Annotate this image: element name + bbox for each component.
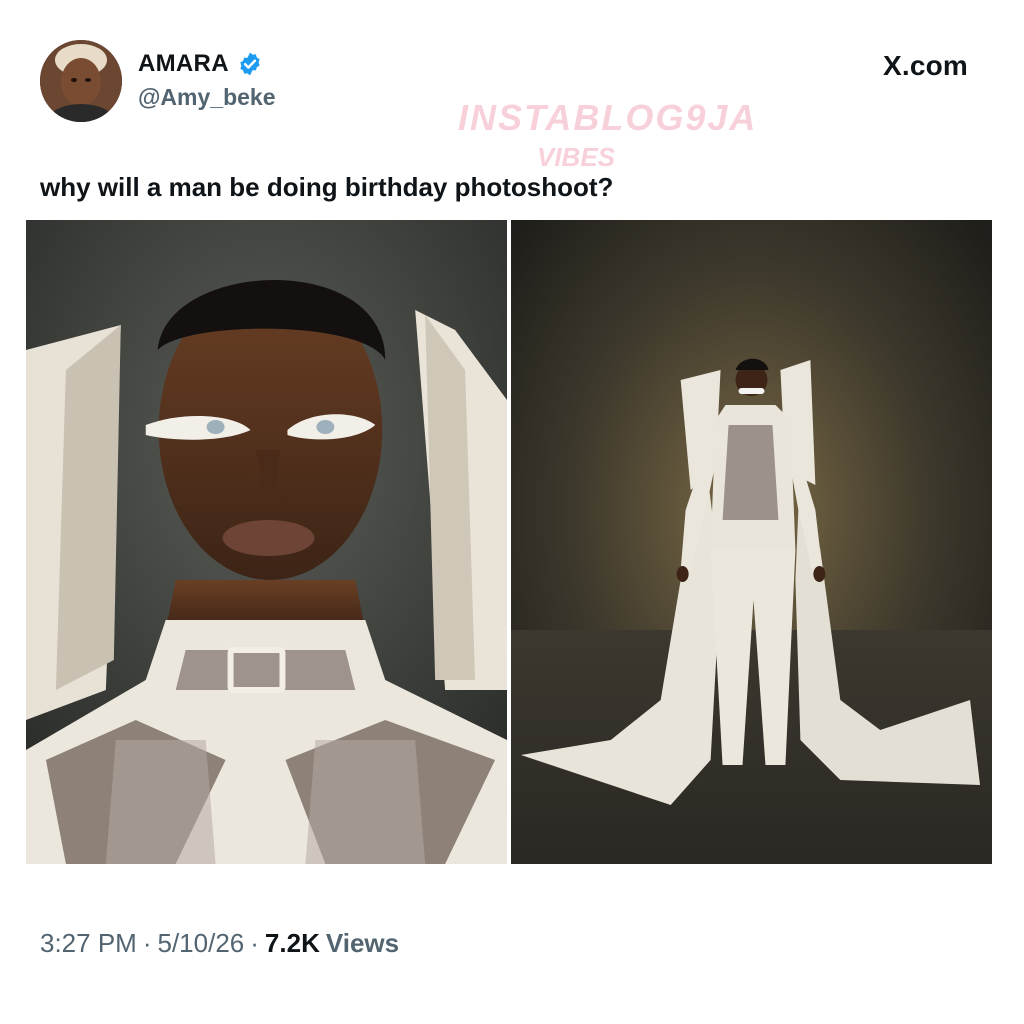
watermark: INSTABLOG9JA VIBES — [458, 97, 758, 172]
full-body-fashion-photo[interactable] — [511, 220, 992, 864]
tweet-date[interactable]: 5/10/26 — [158, 928, 245, 959]
user-handle[interactable]: @Amy_beke — [138, 84, 276, 111]
tweet-text: why will a man be doing birthday photosh… — [40, 172, 614, 202]
site-label: X.com — [882, 50, 968, 81]
tweet-metadata: 3:27 PM · 5/10/26 · 7.2K Views — [40, 928, 399, 959]
separator-dot: · — [142, 928, 152, 958]
watermark-line1: INSTABLOG9JA — [458, 97, 758, 138]
tweet-time[interactable]: 3:27 PM — [40, 928, 137, 959]
watermark-line2: VIBES — [536, 142, 616, 172]
views-label: Views — [325, 928, 400, 958]
portrait-closeup-photo[interactable] — [26, 220, 507, 864]
media-grid — [26, 220, 992, 864]
display-name[interactable]: AMARA — [138, 50, 229, 78]
avatar-photo — [40, 40, 122, 122]
separator-dot: · — [250, 928, 259, 958]
verified-badge-icon — [237, 51, 263, 77]
views-count[interactable]: 7.2K — [265, 928, 320, 959]
avatar[interactable] — [40, 40, 122, 122]
